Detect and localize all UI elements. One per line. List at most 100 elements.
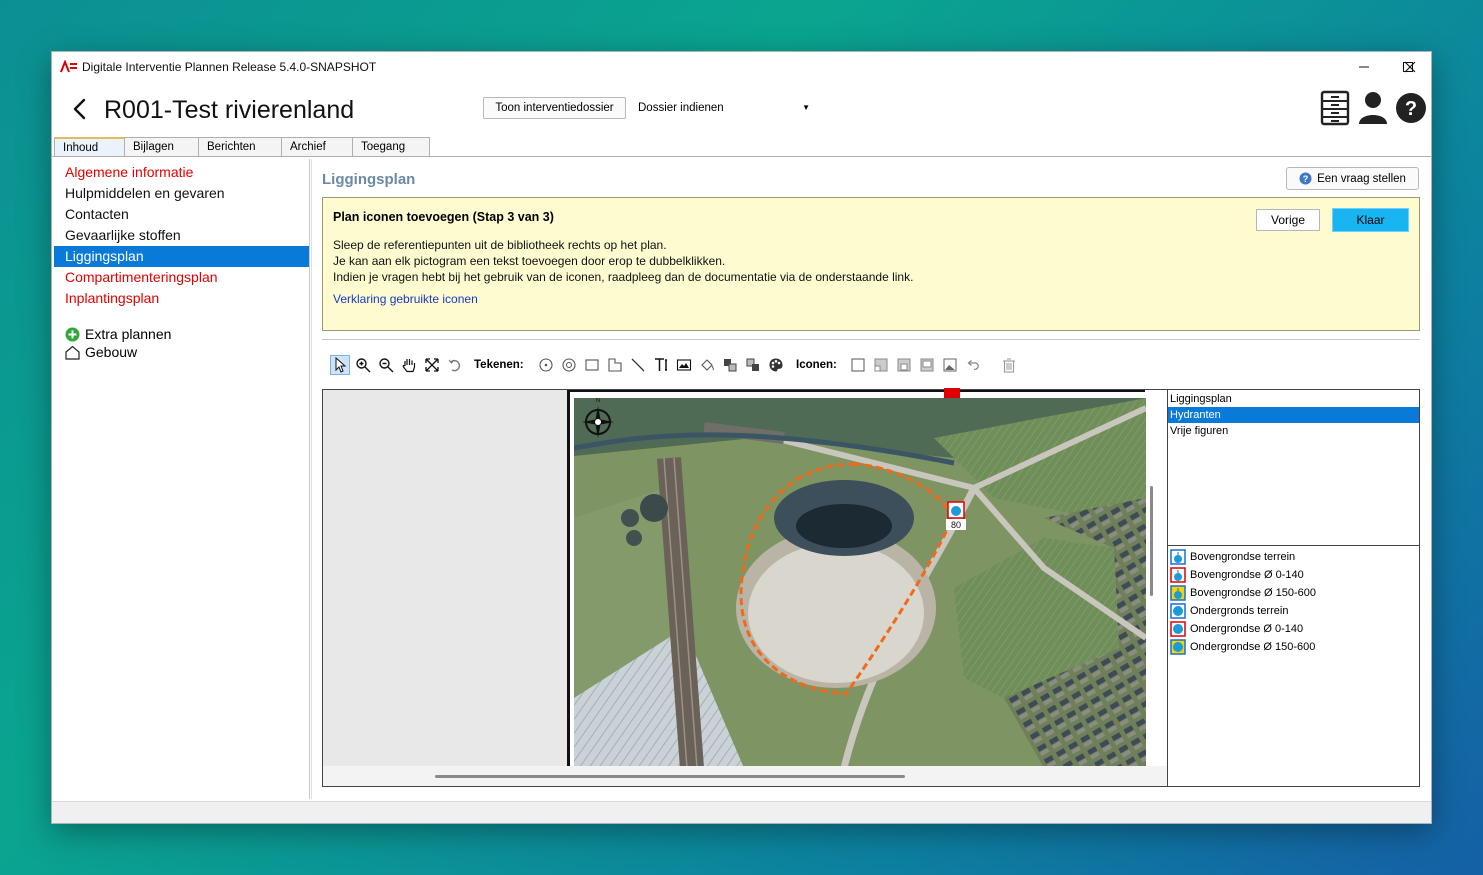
map-vertical-scrollbar[interactable]: [1150, 486, 1153, 596]
library-categories: Liggingsplan Hydranten Vrije figuren: [1167, 390, 1419, 546]
icon-tool-1[interactable]: [848, 355, 868, 375]
sidebar-extra-plannen[interactable]: Extra plannen: [54, 325, 309, 343]
tab-berichten[interactable]: Berichten: [198, 137, 282, 156]
sidebar-item-gevaarlijke-stoffen[interactable]: Gevaarlijke stoffen: [54, 225, 309, 246]
palette-icon: [769, 358, 783, 372]
app-logo-icon: [60, 60, 77, 73]
library-icon-bovengrondse-150-600[interactable]: Bovengrondse Ø 150-600: [1168, 584, 1419, 602]
undo-tool[interactable]: [963, 355, 983, 375]
picture-icon: [943, 358, 957, 372]
tab-inhoud[interactable]: Inhoud: [54, 137, 125, 157]
draw-circle-tool[interactable]: [559, 355, 579, 375]
map-canvas[interactable]: N 80: [567, 388, 1146, 768]
aerial-map[interactable]: N 80: [574, 398, 1146, 768]
dossier-title: R001-Test rivierenland: [104, 96, 355, 124]
text-icon: [655, 358, 667, 371]
hydrant-icon: [1170, 549, 1186, 565]
map-horizontal-scrollbar[interactable]: [323, 766, 1167, 786]
select-tool[interactable]: [330, 355, 350, 375]
zoom-out-tool[interactable]: [376, 355, 396, 375]
sidebar-item-algemene-informatie[interactable]: Algemene informatie: [54, 162, 309, 183]
icons-label: Iconen:: [796, 359, 837, 371]
dossier-action-select[interactable]: Dossier indienen ▼: [634, 97, 814, 119]
library-icon-bovengrondse-terrein[interactable]: Bovengrondse terrein: [1168, 548, 1419, 566]
library-icon-label: Ondergronds terrein: [1190, 605, 1289, 617]
user-icon[interactable]: [1357, 90, 1389, 126]
circle-point-icon: [539, 358, 553, 372]
back-arrow-icon[interactable]: [70, 98, 90, 120]
bring-forward-tool[interactable]: [720, 355, 740, 375]
library-category-liggingsplan[interactable]: Liggingsplan: [1168, 391, 1419, 407]
icon-tool-3[interactable]: [894, 355, 914, 375]
delete-tool[interactable]: [999, 355, 1019, 375]
image-icon: [676, 359, 692, 371]
undo-icon: [967, 360, 979, 371]
divider: [322, 339, 1420, 340]
plan-editor: N 80 Liggingsplan Hydranten Vrije figure…: [322, 388, 1420, 787]
minimize-button[interactable]: [1342, 54, 1386, 80]
color-palette-tool[interactable]: [766, 355, 786, 375]
library-icon-bovengrondse-0-140[interactable]: Bovengrondse Ø 0-140: [1168, 566, 1419, 584]
sidebar-item-compartimenteringsplan[interactable]: Compartimenteringsplan: [54, 267, 309, 288]
draw-point-tool[interactable]: [536, 355, 556, 375]
hydrant-icon: [1170, 585, 1186, 601]
icon-tool-2[interactable]: [871, 355, 891, 375]
hydrant-marker-top[interactable]: [944, 388, 960, 398]
draw-text-tool[interactable]: [651, 355, 671, 375]
draw-image-tool[interactable]: [674, 355, 694, 375]
toon-interventiedossier-button[interactable]: Toon interventiedossier: [483, 97, 626, 119]
icon-tool-4[interactable]: [917, 355, 937, 375]
step-title: Plan iconen toevoegen (Stap 3 van 3): [333, 210, 554, 224]
section-title: Liggingsplan: [322, 171, 416, 188]
library-icon-ondergrondse-150-600[interactable]: Ondergrondse Ø 150-600: [1168, 638, 1419, 656]
tab-archief[interactable]: Archief: [281, 137, 353, 156]
icon-documentation-link[interactable]: Verklaring gebruikte iconen: [333, 292, 478, 306]
previous-button[interactable]: Vorige: [1256, 209, 1320, 231]
library-icon-ondergronds-terrein[interactable]: Ondergronds terrein: [1168, 602, 1419, 620]
fit-extent-tool[interactable]: [422, 355, 442, 375]
rectangle-icon: [585, 359, 599, 371]
done-button[interactable]: Klaar: [1332, 208, 1409, 232]
line-icon: [631, 358, 645, 372]
north-label: N: [596, 398, 600, 404]
library-category-vrije-figuren[interactable]: Vrije figuren: [1168, 423, 1419, 439]
sidebar-item-liggingsplan[interactable]: Liggingsplan: [54, 246, 309, 267]
library-icons: Bovengrondse terrein Bovengrondse Ø 0-14…: [1167, 546, 1419, 786]
frame-corner-icon: [897, 358, 911, 372]
step-line-1: Sleep de referentiepunten uit de bibliot…: [333, 238, 667, 252]
icon-tool-5[interactable]: [940, 355, 960, 375]
hand-icon: [402, 359, 416, 373]
sidebar-item-inplantingsplan[interactable]: Inplantingsplan: [54, 288, 309, 309]
hydrant-icon: [1170, 567, 1186, 583]
send-backward-tool[interactable]: [743, 355, 763, 375]
tab-toegang[interactable]: Toegang: [352, 137, 430, 156]
hydrant-marker[interactable]: 80: [946, 501, 966, 530]
library-icon-label: Bovengrondse terrein: [1190, 551, 1296, 563]
pan-tool[interactable]: [399, 355, 419, 375]
dossier-header: R001-Test rivierenland Toon interventied…: [52, 82, 1431, 140]
library-category-hydranten[interactable]: Hydranten: [1168, 407, 1419, 423]
frame-corner-icon: [874, 358, 888, 372]
sidebar-item-hulpmiddelen[interactable]: Hulpmiddelen en gevaren: [54, 183, 309, 204]
tab-bijlagen[interactable]: Bijlagen: [124, 137, 199, 156]
hydrant-marker-label: 80: [951, 520, 961, 530]
ask-question-button[interactable]: ? Een vraag stellen: [1286, 167, 1419, 190]
scroll-thumb[interactable]: [435, 775, 905, 778]
draw-line-tool[interactable]: [628, 355, 648, 375]
draw-rectangle-tool[interactable]: [582, 355, 602, 375]
sidebar-gebouw[interactable]: Gebouw: [54, 343, 309, 361]
library-icon-ondergrondse-0-140[interactable]: Ondergrondse Ø 0-140: [1168, 620, 1419, 638]
rotate-tool[interactable]: [445, 355, 465, 375]
close-button[interactable]: [1388, 54, 1432, 80]
draw-polygon-tool[interactable]: [605, 355, 625, 375]
help-icon[interactable]: ?: [1395, 90, 1427, 126]
cabinet-icon[interactable]: [1319, 90, 1351, 126]
content-tabs: Inhoud Bijlagen Berichten Archief Toegan…: [54, 137, 430, 157]
polygon-icon: [608, 358, 622, 372]
sidebar-item-contacten[interactable]: Contacten: [54, 204, 309, 225]
map-empty-area: [323, 390, 567, 766]
dossier-select-value: Dossier indienen: [638, 102, 724, 114]
gebouw-label: Gebouw: [85, 344, 138, 360]
zoom-in-tool[interactable]: [353, 355, 373, 375]
fill-tool[interactable]: [697, 355, 717, 375]
